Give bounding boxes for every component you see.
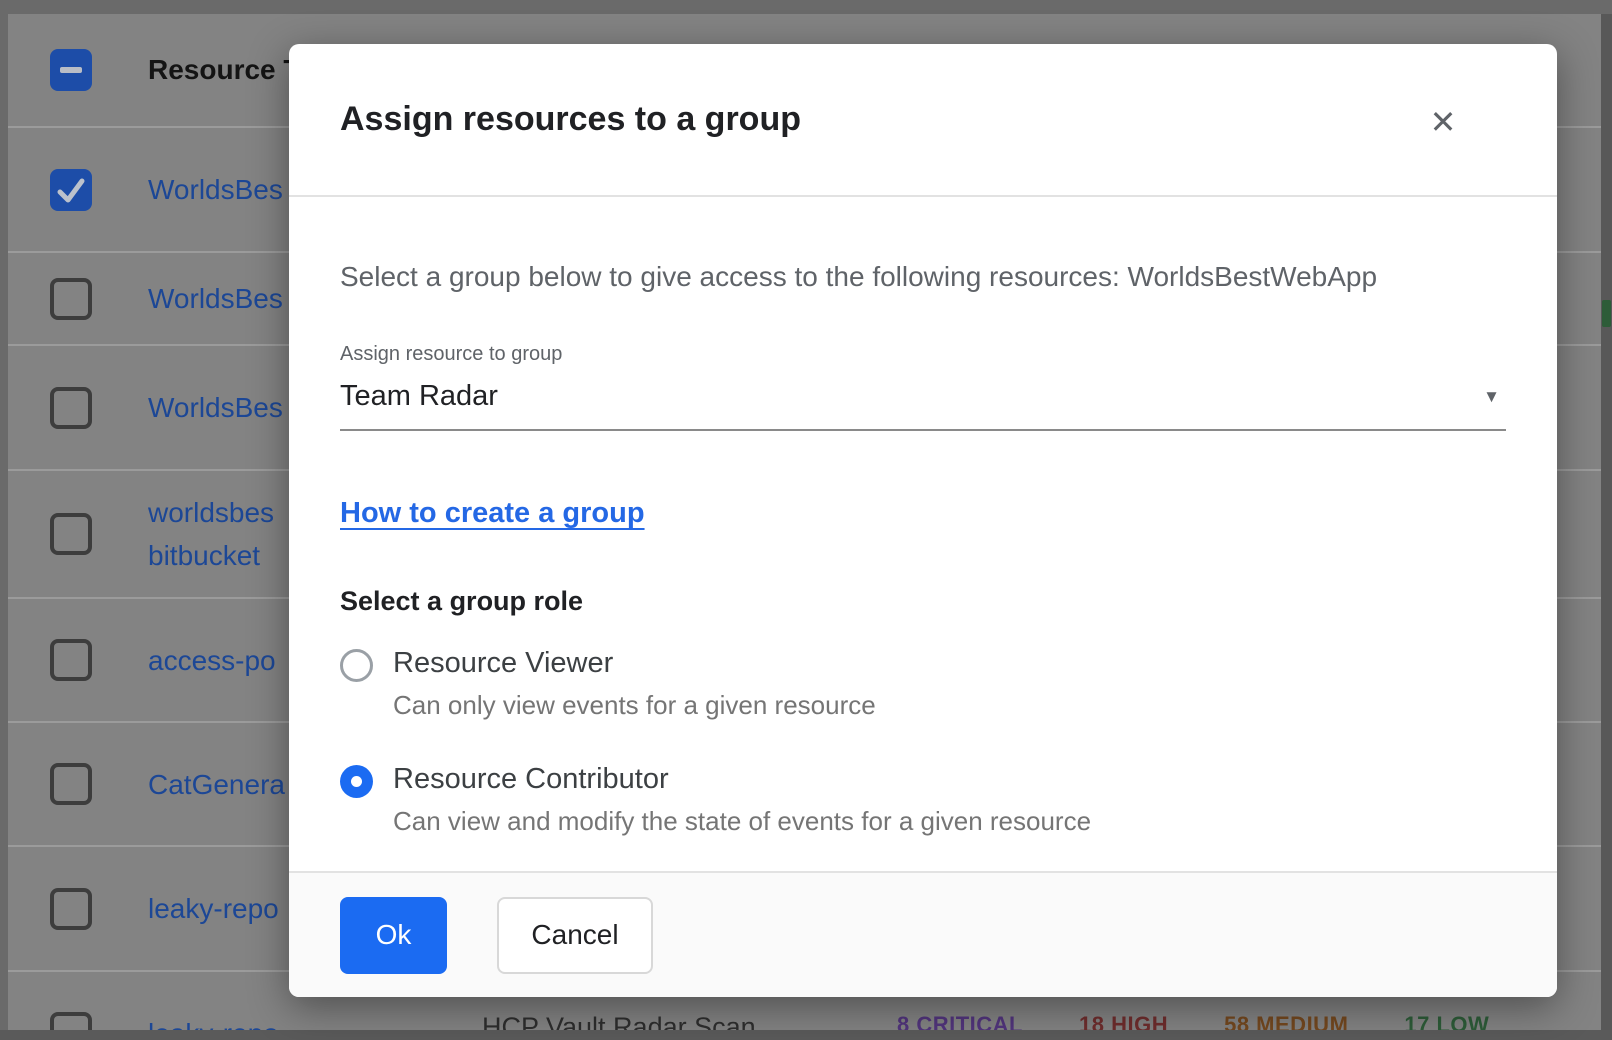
row-checkbox[interactable]: [50, 888, 92, 930]
group-select-value: Team Radar: [340, 380, 498, 413]
severity-badge: 17 LOW: [1404, 1012, 1489, 1030]
severity-sliver-low: [1602, 300, 1611, 327]
how-to-create-group-link[interactable]: How to create a group: [340, 497, 645, 530]
row-checkbox[interactable]: [50, 278, 92, 320]
row-checkbox[interactable]: [50, 169, 92, 211]
row-checkbox[interactable]: [50, 387, 92, 429]
assign-group-dialog: Assign resources to a group ✕ Select a g…: [289, 44, 1557, 997]
radio-dot-icon: [351, 776, 362, 787]
row-checkbox[interactable]: [50, 513, 92, 555]
role-label: Resource Contributor: [393, 763, 1091, 796]
ok-button[interactable]: Ok: [340, 897, 447, 974]
role-label: Resource Viewer: [393, 647, 876, 680]
radio-button[interactable]: [340, 765, 373, 798]
role-description: Can only view events for a given resourc…: [393, 690, 876, 721]
scrollbar[interactable]: [1601, 14, 1612, 1030]
role-heading: Select a group role: [340, 586, 1506, 617]
severity-badges: 8 CRITICAL 18 HIGH 58 MEDIUM 17 LOW: [897, 1012, 1489, 1030]
close-button[interactable]: ✕: [1421, 100, 1465, 144]
select-all-checkbox[interactable]: [50, 49, 92, 91]
resource-column-header: Resource T: [148, 54, 301, 86]
row-checkbox[interactable]: [50, 639, 92, 681]
indeterminate-icon: [60, 67, 82, 73]
dialog-footer: Ok Cancel: [289, 871, 1557, 997]
group-select[interactable]: Team Radar ▼: [340, 380, 1506, 431]
role-option[interactable]: Resource Viewer Can only view events for…: [340, 647, 1506, 721]
resource-type: HCP Vault Radar Scan: [482, 1012, 897, 1030]
dialog-body: Select a group below to give access to t…: [289, 261, 1557, 837]
radio-button[interactable]: [340, 649, 373, 682]
dropdown-arrow-icon: ▼: [1483, 387, 1500, 407]
role-option[interactable]: Resource Contributor Can view and modify…: [340, 763, 1506, 837]
close-icon: ✕: [1430, 104, 1457, 140]
role-options: Resource Viewer Can only view events for…: [340, 647, 1506, 837]
role-description: Can view and modify the state of events …: [393, 806, 1091, 837]
severity-badge: 18 HIGH: [1079, 1012, 1168, 1030]
window-bottom-edge: [0, 1030, 1612, 1040]
severity-badge: 8 CRITICAL: [897, 1012, 1023, 1030]
checkmark-icon: [50, 169, 92, 211]
dialog-header: Assign resources to a group ✕: [289, 44, 1557, 197]
cancel-button[interactable]: Cancel: [497, 897, 653, 974]
dialog-description: Select a group below to give access to t…: [340, 261, 1506, 293]
group-select-label: Assign resource to group: [340, 343, 1506, 366]
row-checkbox[interactable]: [50, 1012, 92, 1030]
row-checkbox[interactable]: [50, 763, 92, 805]
severity-badge: 58 MEDIUM: [1224, 1012, 1348, 1030]
resource-name-link[interactable]: leaky-repo: [148, 1012, 482, 1030]
dialog-title: Assign resources to a group: [340, 100, 801, 139]
